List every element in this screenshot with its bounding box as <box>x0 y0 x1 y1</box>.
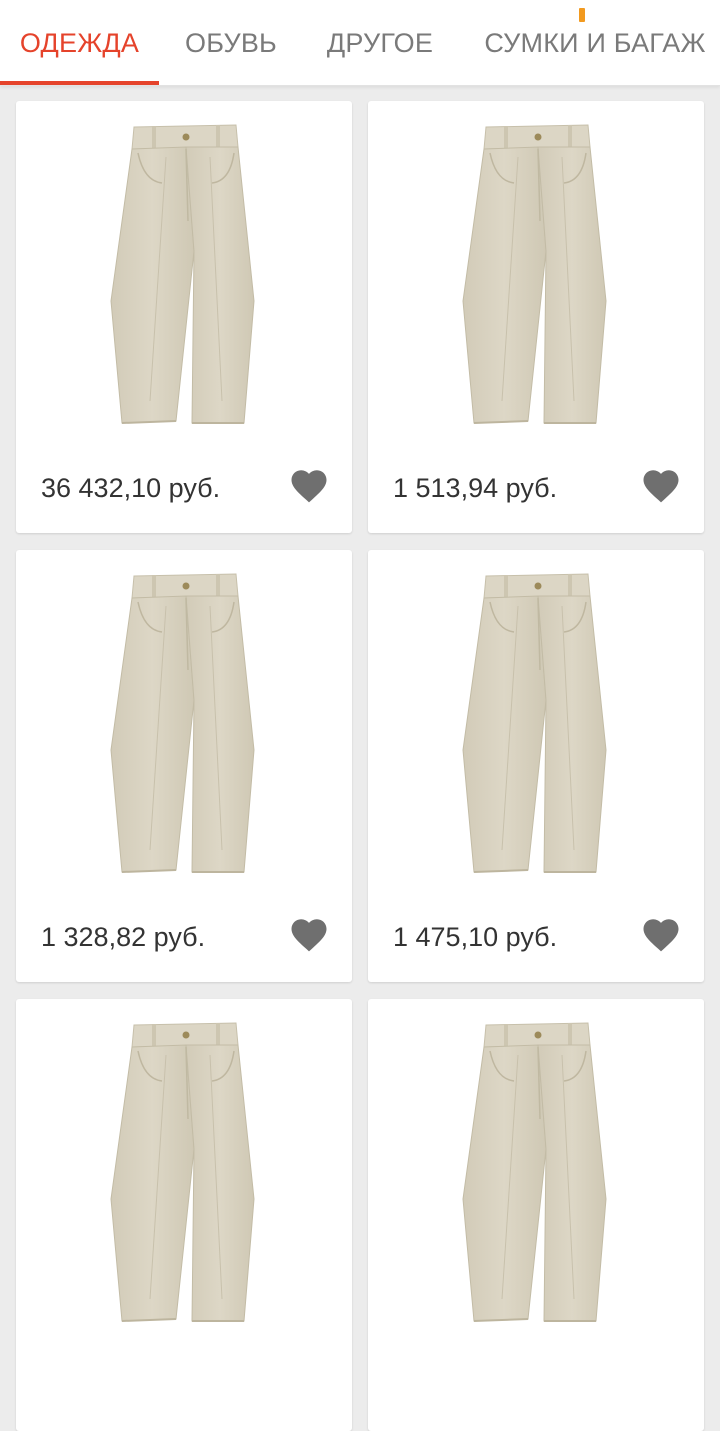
heart-icon[interactable] <box>288 914 330 956</box>
heart-icon[interactable] <box>288 465 330 507</box>
category-tab-bar: ОДЕЖДА ОБУВЬ ДРУГОЕ СУМКИ И БАГАЖ <box>0 0 720 86</box>
heart-icon[interactable] <box>640 465 682 507</box>
active-tab-indicator <box>0 81 159 85</box>
product-card[interactable] <box>368 999 704 1431</box>
product-image <box>462 573 607 873</box>
tab-shoes[interactable]: ОБУВЬ <box>166 0 296 86</box>
tab-other[interactable]: ДРУГОЕ <box>310 0 450 86</box>
product-image <box>462 124 607 424</box>
product-image <box>110 1022 255 1322</box>
product-card[interactable]: 1 513,94 руб. <box>368 101 704 533</box>
scroll-indicator <box>579 8 585 22</box>
product-price: 1 513,94 руб. <box>393 473 558 503</box>
product-image <box>110 124 255 424</box>
product-card[interactable]: 1 328,82 руб. <box>16 550 352 982</box>
tab-clothing[interactable]: ОДЕЖДА <box>0 0 159 86</box>
product-card[interactable]: 1 475,10 руб. <box>368 550 704 982</box>
product-grid: 36 432,10 руб. 1 513,94 руб. 1 328,82 ру… <box>0 86 720 1431</box>
product-card[interactable]: 36 432,10 руб. <box>16 101 352 533</box>
product-price: 1 328,82 руб. <box>41 922 206 952</box>
product-image <box>110 573 255 873</box>
product-price: 36 432,10 руб. <box>41 473 221 503</box>
tab-bags-luggage[interactable]: СУМКИ И БАГАЖ <box>470 0 720 86</box>
product-image <box>462 1022 607 1322</box>
product-price: 1 475,10 руб. <box>393 922 558 952</box>
product-card[interactable] <box>16 999 352 1431</box>
heart-icon[interactable] <box>640 914 682 956</box>
